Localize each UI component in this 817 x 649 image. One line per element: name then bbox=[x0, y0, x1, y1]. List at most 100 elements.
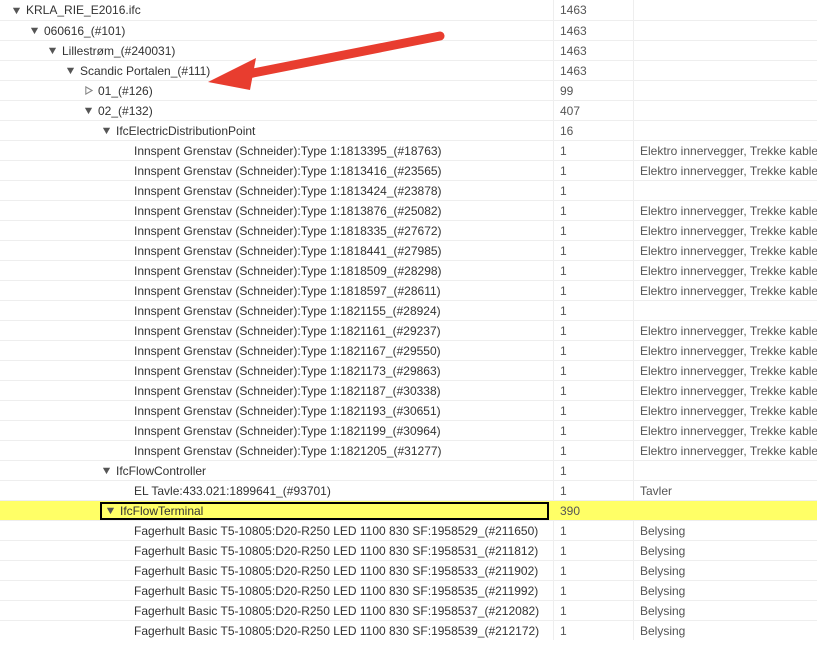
tree-row[interactable]: Fagerhult Basic T5-10805:D20-R250 LED 11… bbox=[0, 540, 817, 560]
expand-open-icon[interactable] bbox=[64, 65, 76, 77]
tree-name-cell[interactable]: Innspent Grenstav (Schneider):Type 1:182… bbox=[0, 401, 553, 420]
no-toggle bbox=[118, 205, 130, 217]
tree-row[interactable]: Innspent Grenstav (Schneider):Type 1:182… bbox=[0, 440, 817, 460]
tree-row[interactable]: IfcElectricDistributionPoint16 bbox=[0, 120, 817, 140]
no-toggle bbox=[118, 545, 130, 557]
no-toggle bbox=[118, 585, 130, 597]
tree-row[interactable]: Fagerhult Basic T5-10805:D20-R250 LED 11… bbox=[0, 600, 817, 620]
tree-name-cell[interactable]: KRLA_RIE_E2016.ifc bbox=[0, 0, 553, 20]
tree-row[interactable]: Innspent Grenstav (Schneider):Type 1:182… bbox=[0, 400, 817, 420]
tree-row[interactable]: Innspent Grenstav (Schneider):Type 1:182… bbox=[0, 300, 817, 320]
tree-name-cell[interactable]: Innspent Grenstav (Schneider):Type 1:182… bbox=[0, 341, 553, 360]
no-toggle bbox=[118, 425, 130, 437]
expand-open-icon[interactable] bbox=[10, 4, 22, 16]
tree-row[interactable]: KRLA_RIE_E2016.ifc1463 bbox=[0, 0, 817, 20]
no-toggle bbox=[118, 185, 130, 197]
tree-row[interactable]: Lillestrøm_(#240031)1463 bbox=[0, 40, 817, 60]
tree-name-cell[interactable]: Innspent Grenstav (Schneider):Type 1:182… bbox=[0, 301, 553, 320]
tree-row[interactable]: 02_(#132)407 bbox=[0, 100, 817, 120]
count-cell: 99 bbox=[553, 81, 633, 100]
tree-row[interactable]: Innspent Grenstav (Schneider):Type 1:181… bbox=[0, 180, 817, 200]
expand-open-icon[interactable] bbox=[28, 25, 40, 37]
tree-row[interactable]: Innspent Grenstav (Schneider):Type 1:181… bbox=[0, 260, 817, 280]
count-cell: 407 bbox=[553, 101, 633, 120]
tree-name-cell[interactable]: Fagerhult Basic T5-10805:D20-R250 LED 11… bbox=[0, 581, 553, 600]
count-cell: 1 bbox=[553, 261, 633, 280]
tree-name-cell[interactable]: IfcFlowTerminal bbox=[0, 501, 553, 520]
tree-row[interactable]: Fagerhult Basic T5-10805:D20-R250 LED 11… bbox=[0, 560, 817, 580]
tree-row[interactable]: 01_(#126)99 bbox=[0, 80, 817, 100]
indent-spacer bbox=[0, 50, 46, 51]
tree-row[interactable]: Innspent Grenstav (Schneider):Type 1:182… bbox=[0, 380, 817, 400]
description-cell: Belysing bbox=[633, 561, 817, 580]
tree-name-cell[interactable]: 060616_(#101) bbox=[0, 21, 553, 40]
count-cell: 1463 bbox=[553, 41, 633, 60]
tree-name-cell[interactable]: EL Tavle:433.021:1899641_(#93701) bbox=[0, 481, 553, 500]
tree-name-cell[interactable]: Innspent Grenstav (Schneider):Type 1:181… bbox=[0, 141, 553, 160]
tree-row[interactable]: EL Tavle:433.021:1899641_(#93701)1Tavler bbox=[0, 480, 817, 500]
tree-name-cell[interactable]: Innspent Grenstav (Schneider):Type 1:182… bbox=[0, 441, 553, 460]
expand-open-icon[interactable] bbox=[100, 125, 112, 137]
tree-name-cell[interactable]: Fagerhult Basic T5-10805:D20-R250 LED 11… bbox=[0, 621, 553, 640]
tree-node-label: Fagerhult Basic T5-10805:D20-R250 LED 11… bbox=[134, 584, 538, 598]
tree-node-label: 060616_(#101) bbox=[44, 24, 125, 38]
tree-row[interactable]: Innspent Grenstav (Schneider):Type 1:182… bbox=[0, 420, 817, 440]
tree-name-cell[interactable]: Innspent Grenstav (Schneider):Type 1:181… bbox=[0, 241, 553, 260]
tree-node-label: Innspent Grenstav (Schneider):Type 1:181… bbox=[134, 224, 442, 238]
tree-name-cell[interactable]: Innspent Grenstav (Schneider):Type 1:181… bbox=[0, 161, 553, 180]
tree-row[interactable]: IfcFlowController1 bbox=[0, 460, 817, 480]
tree-row[interactable]: Innspent Grenstav (Schneider):Type 1:182… bbox=[0, 320, 817, 340]
tree-name-cell[interactable]: Innspent Grenstav (Schneider):Type 1:181… bbox=[0, 281, 553, 300]
tree-name-cell[interactable]: 02_(#132) bbox=[0, 101, 553, 120]
tree-node-label: Innspent Grenstav (Schneider):Type 1:182… bbox=[134, 304, 441, 318]
no-toggle bbox=[118, 325, 130, 337]
tree-name-cell[interactable]: IfcElectricDistributionPoint bbox=[0, 121, 553, 140]
count-cell: 1 bbox=[553, 201, 633, 220]
tree-name-cell[interactable]: Innspent Grenstav (Schneider):Type 1:182… bbox=[0, 361, 553, 380]
tree-row[interactable]: Fagerhult Basic T5-10805:D20-R250 LED 11… bbox=[0, 520, 817, 540]
tree-row[interactable]: Scandic Portalen_(#111)1463 bbox=[0, 60, 817, 80]
description-cell: Belysing bbox=[633, 601, 817, 620]
expand-open-icon[interactable] bbox=[82, 105, 94, 117]
count-cell: 1 bbox=[553, 141, 633, 160]
description-cell: Elektro innervegger, Trekke kabler, Kor bbox=[633, 361, 817, 380]
description-cell: Tavler bbox=[633, 481, 817, 500]
tree-row[interactable]: IfcFlowTerminal390 bbox=[0, 500, 817, 520]
tree-name-cell[interactable]: Fagerhult Basic T5-10805:D20-R250 LED 11… bbox=[0, 561, 553, 580]
tree-row[interactable]: Innspent Grenstav (Schneider):Type 1:181… bbox=[0, 140, 817, 160]
tree-name-cell[interactable]: Innspent Grenstav (Schneider):Type 1:182… bbox=[0, 321, 553, 340]
tree-row[interactable]: 060616_(#101)1463 bbox=[0, 20, 817, 40]
expand-open-icon[interactable] bbox=[46, 45, 58, 57]
tree-name-cell[interactable]: Innspent Grenstav (Schneider):Type 1:181… bbox=[0, 201, 553, 220]
tree-name-cell[interactable]: Innspent Grenstav (Schneider):Type 1:181… bbox=[0, 261, 553, 280]
tree-name-cell[interactable]: Fagerhult Basic T5-10805:D20-R250 LED 11… bbox=[0, 521, 553, 540]
tree-name-cell[interactable]: Innspent Grenstav (Schneider):Type 1:182… bbox=[0, 421, 553, 440]
description-cell: Elektro innervegger, Trekke kabler, Kor bbox=[633, 381, 817, 400]
tree-name-cell[interactable]: 01_(#126) bbox=[0, 81, 553, 100]
tree-row[interactable]: Innspent Grenstav (Schneider):Type 1:182… bbox=[0, 340, 817, 360]
tree-row[interactable]: Innspent Grenstav (Schneider):Type 1:181… bbox=[0, 240, 817, 260]
expand-open-icon[interactable] bbox=[100, 465, 112, 477]
no-toggle bbox=[118, 385, 130, 397]
tree-name-cell[interactable]: Innspent Grenstav (Schneider):Type 1:182… bbox=[0, 381, 553, 400]
description-cell: Elektro innervegger, Trekke kabler, Kor bbox=[633, 161, 817, 180]
tree-row[interactable]: Fagerhult Basic T5-10805:D20-R250 LED 11… bbox=[0, 620, 817, 640]
tree-row[interactable]: Fagerhult Basic T5-10805:D20-R250 LED 11… bbox=[0, 580, 817, 600]
tree-row[interactable]: Innspent Grenstav (Schneider):Type 1:181… bbox=[0, 220, 817, 240]
tree-node-label: Fagerhult Basic T5-10805:D20-R250 LED 11… bbox=[134, 564, 538, 578]
expand-open-icon[interactable] bbox=[104, 505, 116, 517]
tree-name-cell[interactable]: Fagerhult Basic T5-10805:D20-R250 LED 11… bbox=[0, 541, 553, 560]
tree-row[interactable]: Innspent Grenstav (Schneider):Type 1:181… bbox=[0, 160, 817, 180]
tree-row[interactable]: Innspent Grenstav (Schneider):Type 1:181… bbox=[0, 200, 817, 220]
tree-name-cell[interactable]: Fagerhult Basic T5-10805:D20-R250 LED 11… bbox=[0, 601, 553, 620]
tree-name-cell[interactable]: Lillestrøm_(#240031) bbox=[0, 41, 553, 60]
expand-closed-icon[interactable] bbox=[82, 85, 94, 97]
tree-name-cell[interactable]: Scandic Portalen_(#111) bbox=[0, 61, 553, 80]
tree-name-cell[interactable]: IfcFlowController bbox=[0, 461, 553, 480]
indent-spacer bbox=[0, 390, 118, 391]
tree-name-cell[interactable]: Innspent Grenstav (Schneider):Type 1:181… bbox=[0, 181, 553, 200]
tree-name-cell[interactable]: Innspent Grenstav (Schneider):Type 1:181… bbox=[0, 221, 553, 240]
tree-row[interactable]: Innspent Grenstav (Schneider):Type 1:181… bbox=[0, 280, 817, 300]
description-cell: Elektro innervegger, Trekke kabler, Kor bbox=[633, 241, 817, 260]
tree-row[interactable]: Innspent Grenstav (Schneider):Type 1:182… bbox=[0, 360, 817, 380]
